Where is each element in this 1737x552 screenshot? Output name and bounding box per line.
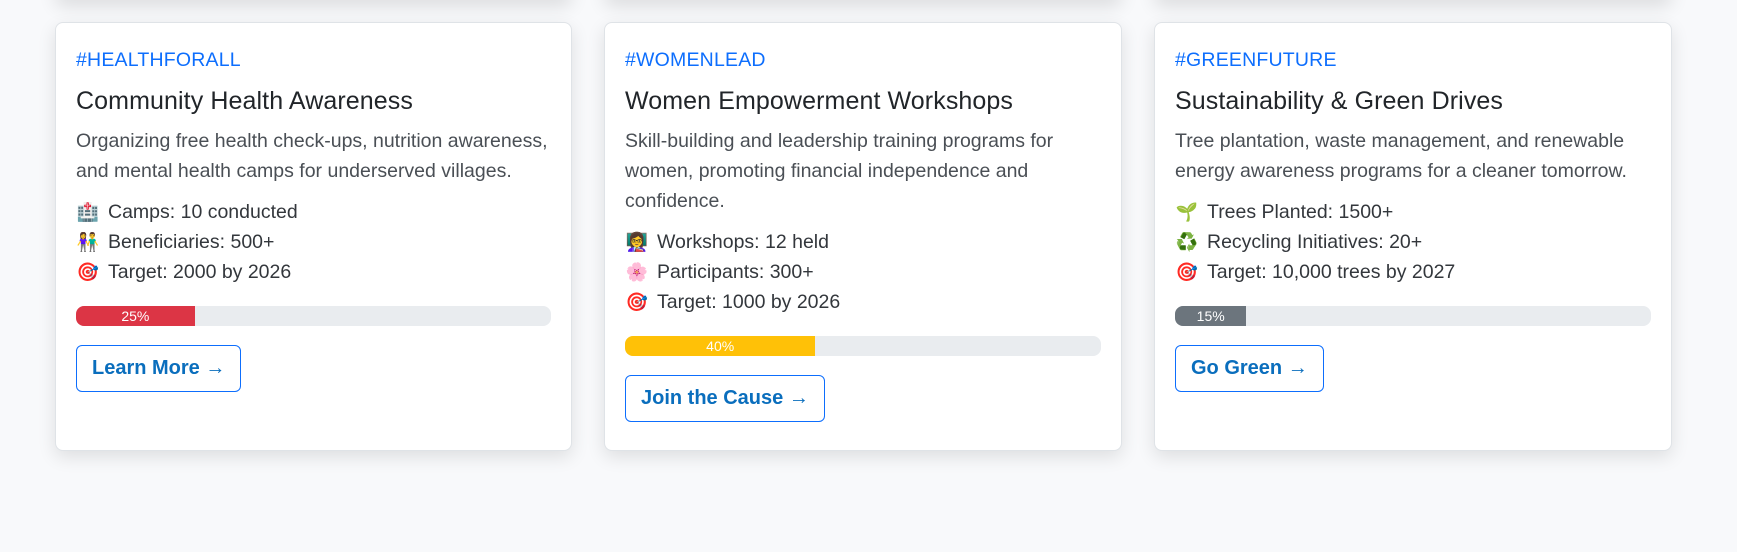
progress-track: 25%	[76, 306, 551, 326]
target-icon: 🎯	[1175, 262, 1199, 282]
button-label: Learn More →	[92, 357, 226, 379]
card-hashtag: #HEALTHFORALL	[76, 49, 241, 71]
stat-item: 🎯 Target: 2000 by 2026	[76, 257, 551, 287]
target-icon: 🎯	[76, 262, 100, 282]
teacher-icon: 👩‍🏫	[625, 232, 649, 252]
progress-bar: 15%	[1175, 306, 1247, 326]
stat-item: 🌱 Trees Planted: 1500+	[1175, 197, 1651, 227]
go-green-button[interactable]: Go Green →	[1175, 345, 1324, 392]
card-hashtag: #GREENFUTURE	[1175, 49, 1337, 71]
stat-text: Target: 2000 by 2026	[108, 261, 292, 283]
stat-text: Camps: 10 conducted	[108, 201, 298, 223]
stat-text: Participants: 300+	[657, 261, 814, 283]
stat-item: 🎯 Target: 10,000 trees by 2027	[1175, 257, 1651, 287]
progress-track: 15%	[1175, 306, 1651, 326]
card-stats: 🏥 Camps: 10 conducted 👫 Beneficiaries: 5…	[76, 197, 551, 287]
card-description: Organizing free health check-ups, nutrit…	[76, 130, 548, 182]
join-the-cause-button[interactable]: Join the Cause →	[625, 375, 825, 422]
stat-text: Target: 10,000 trees by 2027	[1207, 261, 1456, 283]
card-description: Skill-building and leadership training p…	[625, 130, 1054, 212]
hospital-icon: 🏥	[76, 202, 100, 222]
stat-text: Workshops: 12 held	[657, 231, 829, 253]
card-hashtag: #WOMENLEAD	[625, 49, 766, 71]
card-women-empowerment: #WOMENLEAD Women Empowerment Workshops S…	[604, 22, 1122, 451]
target-icon: 🎯	[625, 292, 649, 312]
people-icon: 👫	[76, 232, 100, 252]
stat-item: 🏥 Camps: 10 conducted	[76, 197, 551, 227]
learn-more-button[interactable]: Learn More →	[76, 345, 242, 392]
page: #HEALTHFORALL Community Health Awareness…	[0, 0, 1737, 552]
stat-item: 👫 Beneficiaries: 500+	[76, 227, 551, 257]
card-green-drives: #GREENFUTURE Sustainability & Green Driv…	[1154, 22, 1672, 451]
card-title: Women Empowerment Workshops	[625, 87, 1014, 115]
progress-bar: 40%	[625, 336, 816, 356]
card-stats: 👩‍🏫 Workshops: 12 held 🌸 Participants: 3…	[625, 227, 1101, 317]
seedling-icon: 🌱	[1175, 202, 1199, 222]
button-label: Join the Cause →	[641, 387, 809, 409]
stat-text: Beneficiaries: 500+	[108, 231, 275, 253]
stat-item: 🌸 Participants: 300+	[625, 257, 1101, 287]
stat-text: Target: 1000 by 2026	[657, 291, 841, 313]
progress-track: 40%	[625, 336, 1101, 356]
button-label: Go Green →	[1191, 357, 1308, 379]
progress-bar: 25%	[76, 306, 195, 326]
card-title: Community Health Awareness	[76, 87, 414, 115]
stat-item: 👩‍🏫 Workshops: 12 held	[625, 227, 1101, 257]
stat-item: 🎯 Target: 1000 by 2026	[625, 287, 1101, 317]
card-stats: 🌱 Trees Planted: 1500+ ♻️ Recycling Init…	[1175, 197, 1651, 287]
stat-item: ♻️ Recycling Initiatives: 20+	[1175, 227, 1651, 257]
flower-icon: 🌸	[625, 262, 649, 282]
card-title: Sustainability & Green Drives	[1175, 87, 1504, 115]
stat-text: Recycling Initiatives: 20+	[1207, 231, 1423, 253]
card-community-health: #HEALTHFORALL Community Health Awareness…	[55, 22, 572, 451]
card-description: Tree plantation, waste management, and r…	[1175, 130, 1627, 182]
stat-text: Trees Planted: 1500+	[1207, 201, 1394, 223]
recycle-icon: ♻️	[1175, 232, 1199, 252]
